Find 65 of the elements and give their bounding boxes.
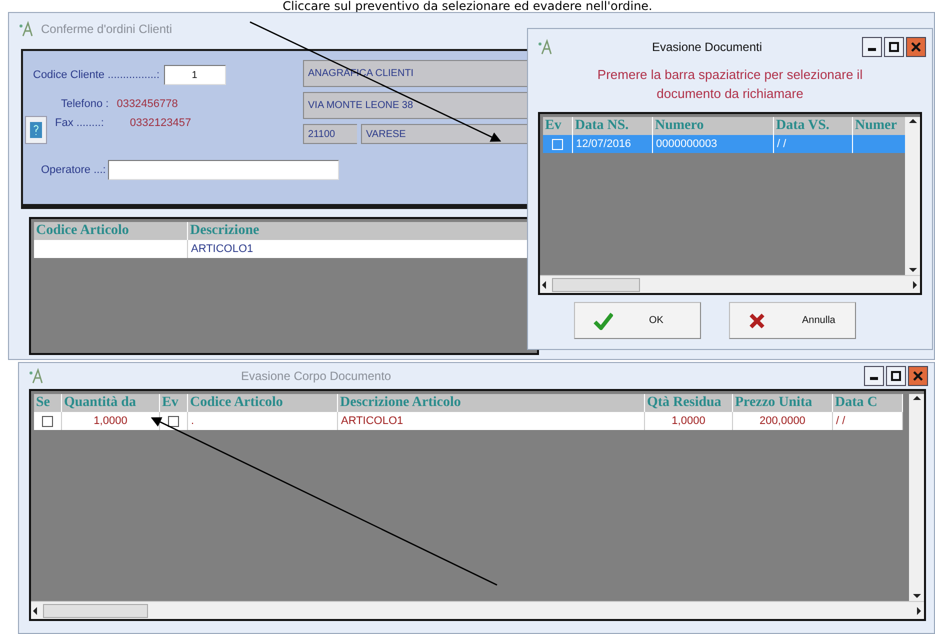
app-icon — [538, 39, 552, 55]
close-button[interactable] — [908, 366, 928, 386]
cancel-button[interactable]: Annulla — [729, 302, 856, 339]
scroll-right-icon[interactable] — [910, 280, 920, 290]
vertical-scrollbar[interactable] — [909, 394, 924, 602]
maximize-button[interactable] — [886, 366, 906, 386]
horizontal-scrollbar[interactable] — [31, 601, 924, 619]
table-cell: . — [188, 412, 338, 430]
scroll-right-icon[interactable] — [914, 606, 924, 616]
zip-field: 21100 — [303, 124, 357, 144]
table-cell: 200,0000 — [733, 412, 833, 430]
help-icon — [30, 122, 42, 138]
maximize-icon — [889, 42, 899, 52]
table-cell: 0000000003 — [653, 135, 774, 153]
minimize-button[interactable] — [864, 366, 884, 386]
help-button[interactable] — [25, 116, 47, 144]
table-cell: ARTICOLO1 — [338, 412, 645, 430]
fax-value: 0332123457 — [130, 117, 192, 129]
table-cell: 1,0000 — [645, 412, 733, 430]
minimize-button[interactable] — [862, 37, 882, 57]
phone-value: 0332456778 — [116, 98, 178, 110]
table-cell: / / — [774, 135, 853, 153]
field-label: Fax ........: — [55, 117, 104, 129]
column-header[interactable]: Data C — [833, 394, 903, 412]
checkbox[interactable] — [168, 416, 179, 426]
column-header[interactable]: Descrizione Articolo — [338, 394, 645, 412]
app-icon — [29, 368, 43, 384]
column-header[interactable]: Codice Articolo — [34, 222, 188, 240]
column-header[interactable]: Quantità da — [62, 394, 160, 412]
table-cell — [853, 135, 906, 153]
instruction-message: Premere la barra spaziatrice per selezionare il documento da richiamare — [596, 66, 864, 103]
column-header[interactable]: Ev — [160, 394, 188, 412]
customer-code-field[interactable]: 1 — [164, 65, 226, 85]
instruction-caption: Cliccare sul preventivo da selezionare ed evadere nell'ordine. — [282, 0, 654, 13]
vertical-scrollbar[interactable] — [905, 117, 920, 276]
horizontal-scrollbar[interactable] — [540, 275, 920, 293]
column-header[interactable]: Numero — [653, 117, 774, 135]
column-header[interactable]: Data NS. — [573, 117, 653, 135]
column-header[interactable]: Codice Articolo — [188, 394, 338, 412]
window-title: Conferme d'ordini Clienti — [41, 22, 172, 36]
checkmark-icon — [593, 312, 613, 330]
dialog-title: Evasione Documenti — [650, 40, 764, 54]
app-icon — [19, 21, 33, 37]
table-cell: 1,0000 — [62, 412, 160, 430]
cross-icon — [748, 312, 766, 330]
column-header[interactable]: Numer — [853, 117, 906, 135]
column-header[interactable]: Se — [34, 394, 62, 412]
column-header[interactable]: Prezzo Unita — [733, 394, 833, 412]
maximize-button[interactable] — [884, 37, 904, 57]
close-icon — [913, 371, 923, 381]
close-button[interactable] — [906, 37, 926, 57]
column-header[interactable]: Ev — [543, 117, 573, 135]
field-label: Operatore ...: — [41, 164, 106, 176]
field-label: Codice Cliente ................: — [33, 69, 160, 81]
table-cell: 12/07/2016 — [573, 135, 653, 153]
field-label: Telefono : — [61, 98, 109, 110]
table-cell: / / — [833, 412, 903, 430]
operator-field[interactable] — [108, 160, 339, 180]
checkbox[interactable] — [42, 416, 53, 426]
close-icon — [911, 42, 921, 52]
ok-button[interactable]: OK — [574, 302, 701, 339]
window-title: Evasione Corpo Documento — [241, 369, 392, 383]
column-header[interactable]: Data VS. — [774, 117, 853, 135]
column-header[interactable]: Qtà Residua — [645, 394, 733, 412]
maximize-icon — [891, 371, 901, 381]
